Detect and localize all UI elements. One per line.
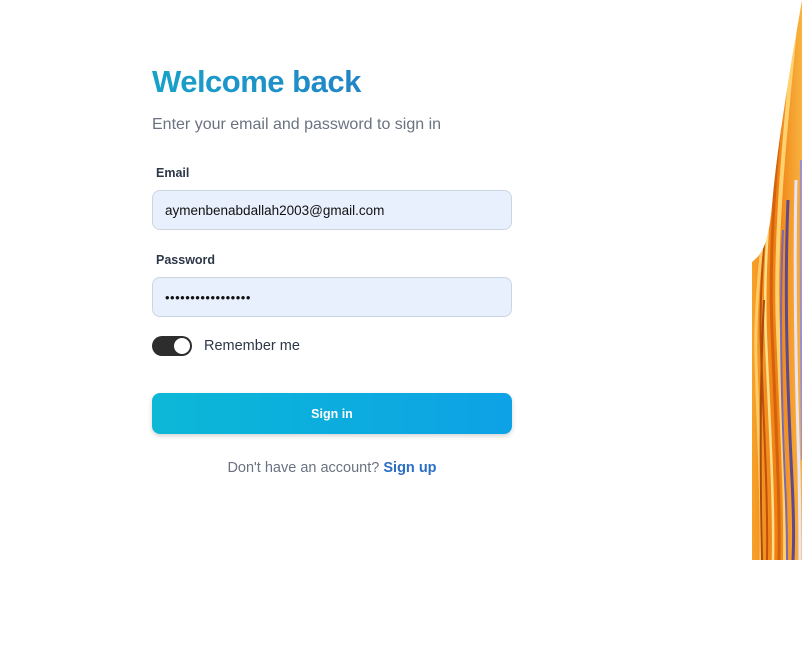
signup-prompt: Don't have an account? [227, 460, 380, 476]
password-label: Password [156, 253, 216, 267]
signup-row: Don't have an account? Sign up [152, 460, 512, 476]
page-title: Welcome back [152, 62, 512, 102]
password-input[interactable] [152, 277, 512, 317]
toggle-knob [174, 338, 190, 354]
email-label: Email [156, 166, 190, 180]
email-input[interactable] [152, 190, 512, 230]
sign-in-button[interactable]: Sign in [152, 393, 512, 434]
side-art-image [752, 0, 802, 560]
sign-in-form: Welcome back Enter your email and passwo… [152, 62, 512, 476]
remember-me-row: Remember me [152, 335, 512, 357]
remember-me-toggle[interactable] [152, 336, 192, 356]
page-subtitle: Enter your email and password to sign in [152, 116, 442, 133]
sign-in-page: Welcome back Enter your email and passwo… [0, 0, 802, 666]
remember-me-label[interactable]: Remember me [204, 338, 300, 354]
sign-up-link[interactable]: Sign up [383, 460, 436, 476]
